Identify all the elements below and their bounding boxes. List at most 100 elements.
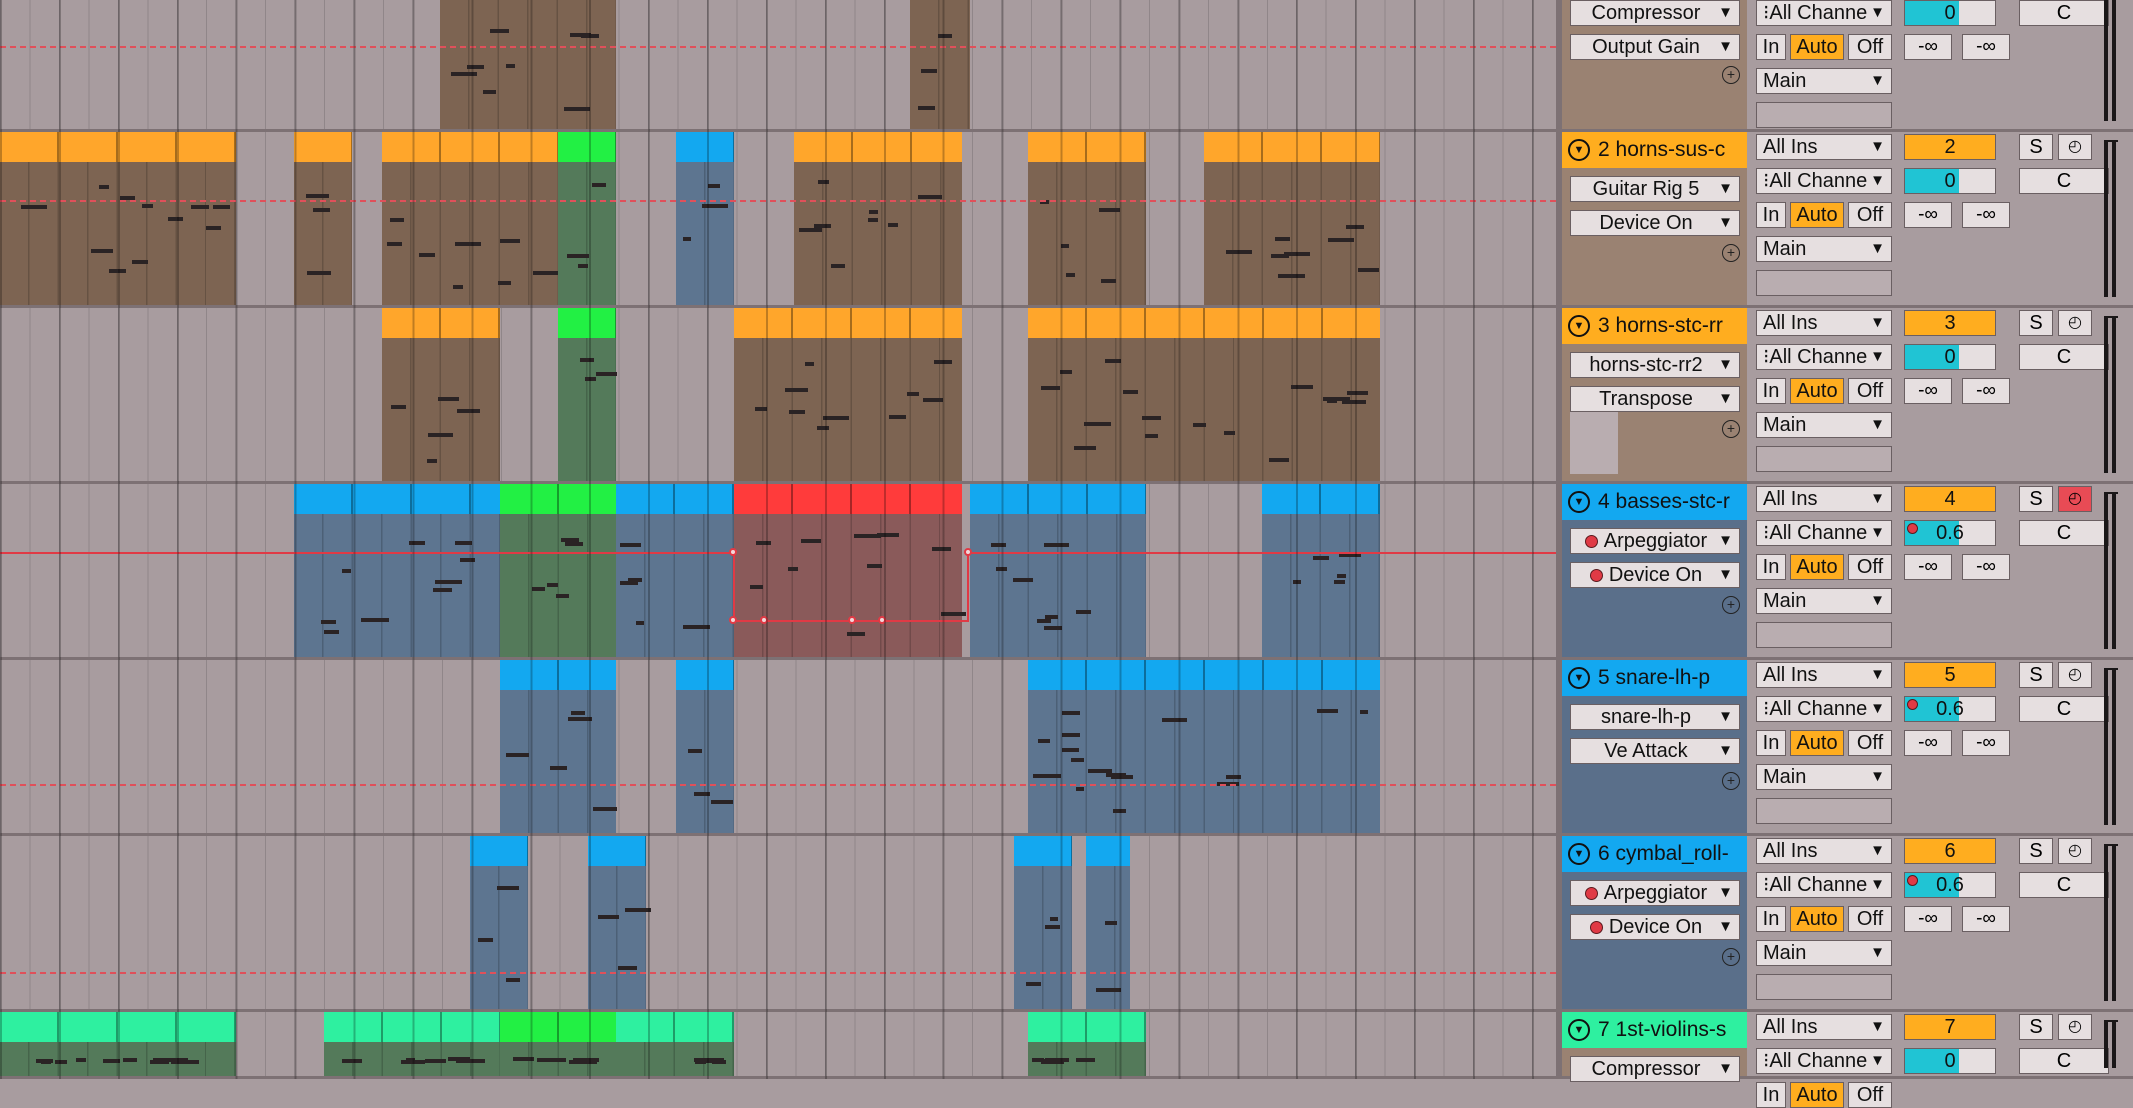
midi-clip[interactable] xyxy=(440,0,558,129)
midi-clip[interactable] xyxy=(676,132,734,305)
clip-header[interactable] xyxy=(676,660,734,690)
output-dropdown[interactable]: Main ▼ xyxy=(1756,236,1892,262)
monitor-in-button[interactable]: In xyxy=(1756,554,1786,580)
clip-header[interactable] xyxy=(588,836,646,866)
fold-triangle-icon[interactable]: ▼ xyxy=(1568,1019,1590,1041)
track-name-header[interactable]: ▼ 2 horns-sus-c xyxy=(1562,132,1747,168)
device-dropdown[interactable]: Arpeggiator ▼ xyxy=(1570,880,1740,906)
send-a-control[interactable]: -∞ xyxy=(1904,906,1952,932)
solo-button[interactable]: S xyxy=(2019,838,2053,864)
clip-header[interactable] xyxy=(382,308,500,338)
automation-breakpoint[interactable] xyxy=(848,616,856,624)
input-type-dropdown[interactable]: All Ins ▼ xyxy=(1756,486,1892,512)
clip-header[interactable] xyxy=(1086,836,1130,866)
midi-clip[interactable] xyxy=(294,484,500,657)
output-channel-dropdown[interactable] xyxy=(1756,270,1892,296)
output-dropdown[interactable]: Main ▼ xyxy=(1756,68,1892,94)
track-number-button[interactable]: 6 xyxy=(1904,838,1996,864)
clip-header[interactable] xyxy=(382,132,558,162)
send-b-control[interactable]: -∞ xyxy=(1962,730,2010,756)
fold-triangle-icon[interactable]: ▼ xyxy=(1568,843,1590,865)
automation-parameter-dropdown[interactable]: Output Gain ▼ xyxy=(1570,34,1740,60)
track-name-header[interactable]: ▼ 5 snare-lh-p xyxy=(1562,660,1747,696)
clip-header[interactable] xyxy=(500,660,616,690)
midi-clip[interactable] xyxy=(616,484,734,657)
pan-control[interactable]: C xyxy=(2019,344,2109,370)
input-channel-dropdown[interactable]: ⁝All Channe ▼ xyxy=(1756,1048,1892,1074)
automation-breakpoint[interactable] xyxy=(729,616,737,624)
solo-button[interactable]: S xyxy=(2019,310,2053,336)
send-a-control[interactable]: -∞ xyxy=(1904,554,1952,580)
record-arm-icon[interactable]: ◴ xyxy=(2058,1014,2092,1040)
midi-clip[interactable] xyxy=(588,836,651,1009)
volume-slider[interactable]: 0 xyxy=(1904,1048,1996,1074)
volume-slider[interactable]: 0 xyxy=(1904,168,1996,194)
fold-triangle-icon[interactable]: ▼ xyxy=(1568,667,1590,689)
clip-header[interactable] xyxy=(0,132,236,162)
send-b-control[interactable]: -∞ xyxy=(1962,378,2010,404)
clip-header[interactable] xyxy=(1204,132,1380,162)
plus-circle-icon[interactable]: + xyxy=(1722,948,1740,966)
monitor-off-button[interactable]: Off xyxy=(1848,202,1892,228)
monitor-off-button[interactable]: Off xyxy=(1848,34,1892,60)
input-channel-dropdown[interactable]: ⁝All Channe ▼ xyxy=(1756,344,1892,370)
midi-clip[interactable] xyxy=(500,1012,616,1076)
track-name-header[interactable]: ▼ 4 basses-stc-r xyxy=(1562,484,1747,520)
output-dropdown[interactable]: Main ▼ xyxy=(1756,764,1892,790)
device-activator-icon[interactable] xyxy=(1589,921,1603,935)
midi-clip[interactable] xyxy=(500,484,616,657)
output-channel-dropdown[interactable] xyxy=(1756,974,1892,1000)
record-arm-icon[interactable]: ◴ xyxy=(2058,310,2092,336)
output-channel-dropdown[interactable] xyxy=(1756,622,1892,648)
clip-header[interactable] xyxy=(294,484,500,514)
clip-header[interactable] xyxy=(734,484,962,514)
midi-clip[interactable] xyxy=(734,308,962,481)
automation-parameter-dropdown[interactable]: Ve Attack ▼ xyxy=(1570,738,1740,764)
pan-control[interactable]: C xyxy=(2019,0,2109,26)
midi-clip[interactable] xyxy=(1028,1012,1146,1076)
track-number-button[interactable]: 2 xyxy=(1904,134,1996,160)
monitor-auto-button[interactable]: Auto xyxy=(1790,34,1844,60)
clip-header[interactable] xyxy=(616,484,734,514)
clip-header[interactable] xyxy=(0,1012,236,1042)
automation-line[interactable] xyxy=(733,552,735,622)
monitor-auto-button[interactable]: Auto xyxy=(1790,378,1844,404)
volume-slider[interactable]: 0.6 xyxy=(1904,872,1996,898)
input-type-dropdown[interactable]: All Ins ▼ xyxy=(1756,1014,1892,1040)
clip-header[interactable] xyxy=(970,484,1146,514)
clip-header[interactable] xyxy=(1028,660,1380,690)
device-dropdown[interactable]: snare-lh-p ▼ xyxy=(1570,704,1740,730)
fold-triangle-icon[interactable]: ▼ xyxy=(1568,491,1590,513)
input-channel-dropdown[interactable]: ⁝All Channe ▼ xyxy=(1756,520,1892,546)
track-name-header[interactable]: ▼ 6 cymbal_roll- xyxy=(1562,836,1747,872)
arrangement-track-lane[interactable] xyxy=(0,836,1556,1012)
clip-header[interactable] xyxy=(1028,308,1380,338)
solo-button[interactable]: S xyxy=(2019,486,2053,512)
output-channel-dropdown[interactable] xyxy=(1756,102,1892,128)
midi-clip[interactable] xyxy=(734,484,966,657)
automation-breakpoint[interactable] xyxy=(729,548,737,556)
automation-parameter-dropdown[interactable]: Device On ▼ xyxy=(1570,914,1740,940)
arrangement-track-lane[interactable] xyxy=(0,1012,1556,1079)
midi-clip[interactable] xyxy=(500,660,617,833)
arrangement-track-lane[interactable] xyxy=(0,132,1556,308)
fold-triangle-icon[interactable]: ▼ xyxy=(1568,315,1590,337)
solo-button[interactable]: S xyxy=(2019,1014,2053,1040)
midi-clip[interactable] xyxy=(616,1012,734,1076)
clip-header[interactable] xyxy=(1028,132,1146,162)
record-arm-icon[interactable]: ◴ xyxy=(2058,134,2092,160)
clip-header[interactable] xyxy=(500,484,616,514)
device-dropdown[interactable]: Arpeggiator ▼ xyxy=(1570,528,1740,554)
automation-breakpoint[interactable] xyxy=(878,616,886,624)
clip-header[interactable] xyxy=(558,132,616,162)
send-b-control[interactable]: -∞ xyxy=(1962,554,2010,580)
send-b-control[interactable]: -∞ xyxy=(1962,202,2010,228)
plus-circle-icon[interactable]: + xyxy=(1722,66,1740,84)
output-dropdown[interactable]: Main ▼ xyxy=(1756,940,1892,966)
device-activator-icon[interactable] xyxy=(1584,535,1598,549)
clip-header[interactable] xyxy=(1014,836,1072,866)
record-arm-icon[interactable]: ◴ xyxy=(2058,838,2092,864)
input-type-dropdown[interactable]: All Ins ▼ xyxy=(1756,310,1892,336)
clip-header[interactable] xyxy=(294,132,352,162)
midi-clip[interactable] xyxy=(558,0,616,129)
